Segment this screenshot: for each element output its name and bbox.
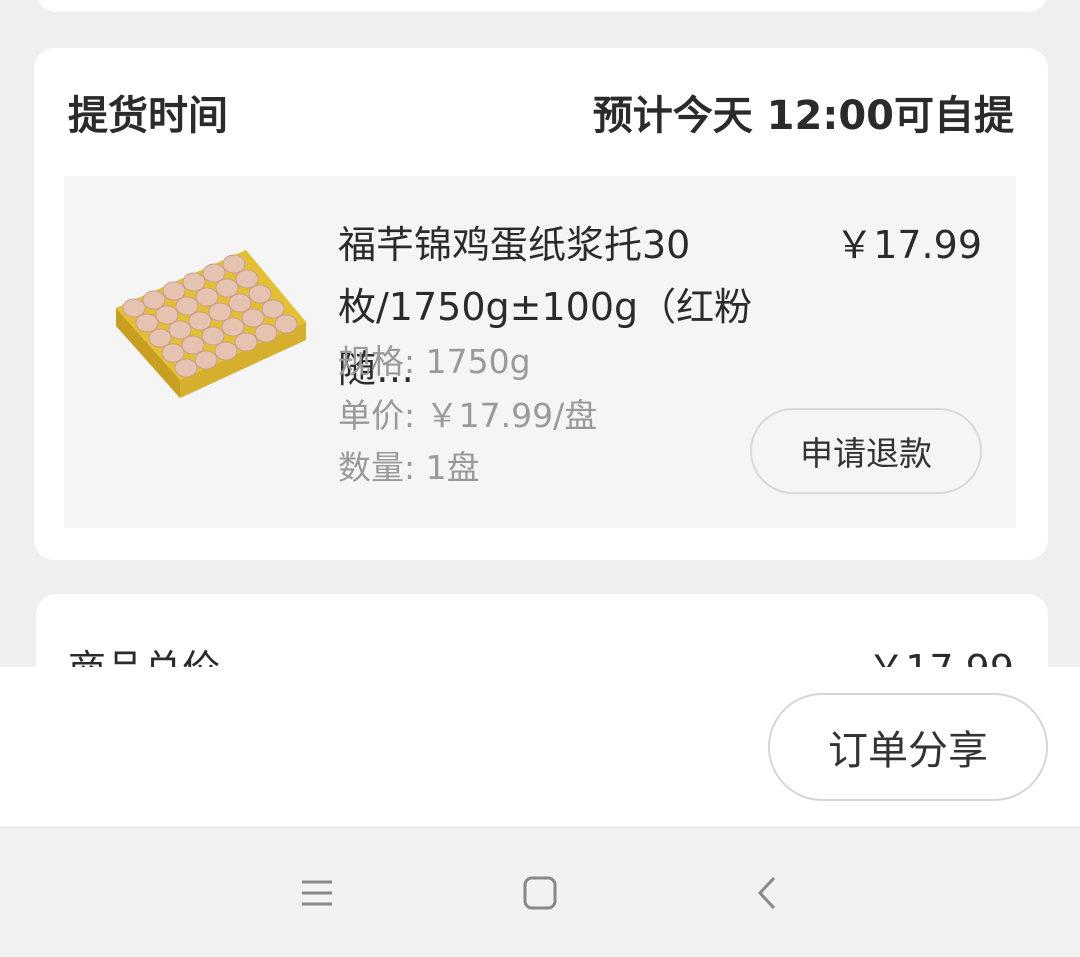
product-item[interactable]: 福芊锦鸡蛋纸浆托30枚/1750g±100g（红粉随… ￥17.99 规格: 1… (64, 176, 1016, 528)
menu-icon[interactable] (292, 868, 342, 918)
product-price: ￥17.99 (835, 223, 982, 267)
back-icon[interactable] (742, 868, 792, 918)
pickup-time-label: 提货时间 (68, 93, 228, 139)
refund-button[interactable]: 申请退款 (750, 408, 982, 494)
home-icon[interactable] (515, 868, 565, 918)
pickup-card: 提货时间 预计今天 12:00可自提 福芊锦鸡蛋纸浆托30枚/1750g±100… (34, 48, 1048, 560)
order-share-button[interactable]: 订单分享 (768, 693, 1048, 801)
egg-tray-image (116, 250, 306, 398)
previous-card (36, 0, 1048, 12)
pickup-time-value: 预计今天 12:00可自提 (592, 93, 1014, 139)
bottom-action-bar: 订单分享 (0, 667, 1080, 827)
product-quantity: 数量: 1盘 (338, 448, 480, 487)
product-spec: 规格: 1750g (338, 342, 531, 381)
system-navigation-bar (0, 827, 1080, 957)
product-unit-price: 单价: ￥17.99/盘 (338, 396, 598, 435)
